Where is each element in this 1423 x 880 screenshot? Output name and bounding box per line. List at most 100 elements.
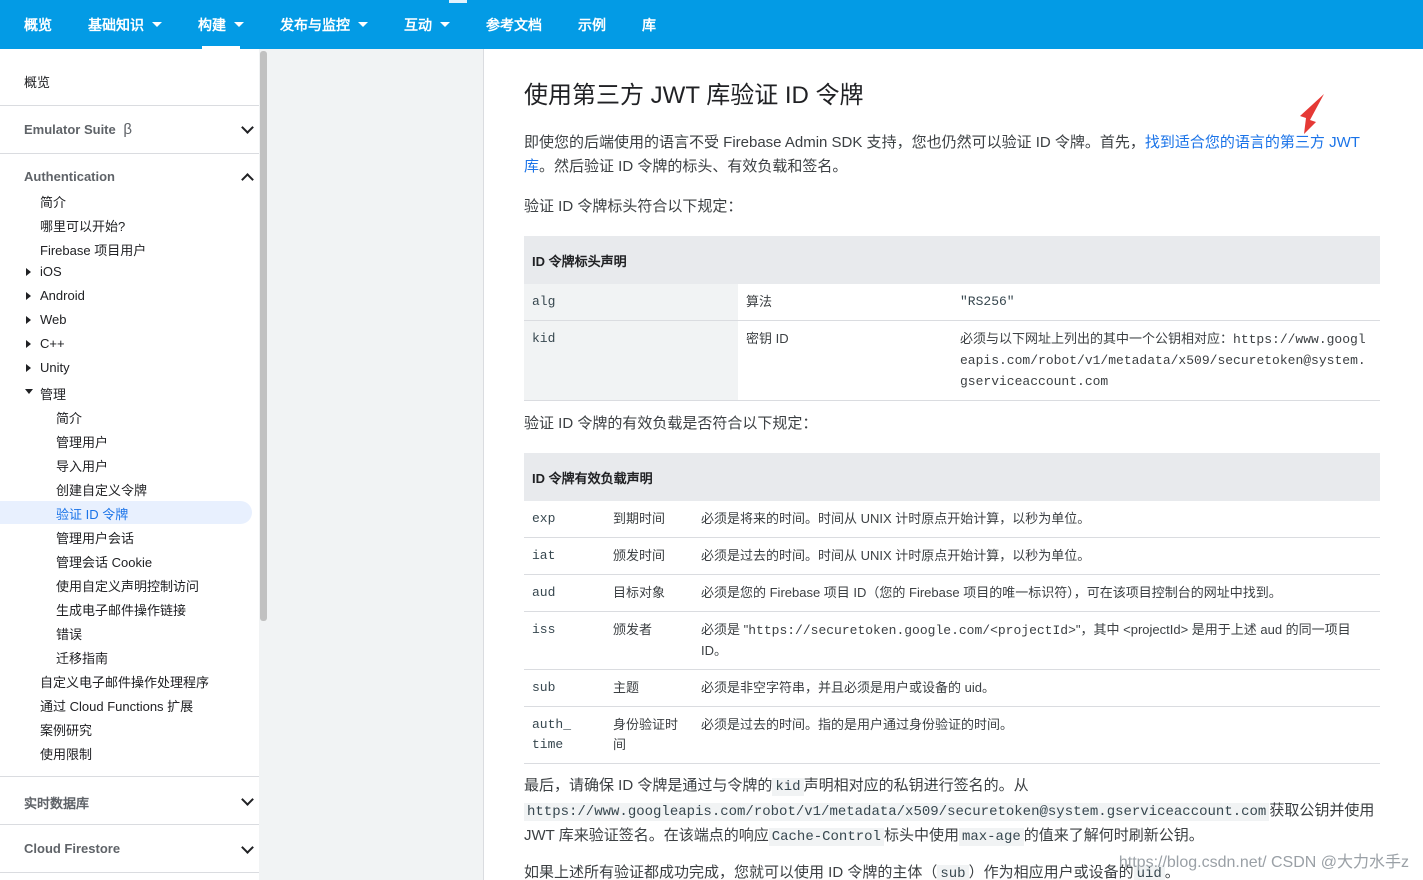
sidebar-item-ios[interactable]: iOS [40,264,62,279]
chevron-up-icon[interactable] [241,173,254,186]
last-text: 如果上述所有验证都成功完成，您就可以使用 ID 令牌的主体（ [524,864,938,880]
sidebar-subitem-email-links[interactable]: 生成电子邮件操作链接 [56,600,186,619]
header-intro: 验证 ID 令牌标头符合以下规定： [524,198,743,215]
claim-desc: 必须是过去的时间。指的是用户通过身份验证的时间。 [693,706,1380,764]
claim-name: 密钥 ID [738,320,952,401]
sidebar-section-firestore[interactable]: Cloud Firestore [24,841,120,856]
sidebar-subitem-custom-tokens[interactable]: 创建自定义令牌 [56,480,147,499]
claim-name: 颁发时间 [605,537,693,575]
sidebar-item-unity[interactable]: Unity [40,360,70,375]
sidebar-subitem-custom-claims[interactable]: 使用自定义声明控制访问 [56,576,199,595]
final-text: 声明相对应的私钥进行签名的。从 [803,777,1029,794]
sidebar-item-cpp[interactable]: C++ [40,336,65,351]
nav-item-release[interactable]: 发布与监控 [270,0,378,49]
sidebar-item-limits[interactable]: 使用限制 [40,744,92,763]
divider [0,824,259,825]
table-row: aud 目标对象 必须是您的 Firebase 项目 ID（您的 Firebas… [524,574,1380,612]
expand-arrow-icon[interactable] [26,364,31,372]
intro-text: 即使您的后端使用的语言不受 Firebase Admin SDK 支持，您也仍然… [524,134,1145,151]
watermark: https://blog.csdn.net/ CSDN @大力水手z [1118,854,1409,871]
sidebar-item-web[interactable]: Web [40,312,67,327]
sidebar-item-android[interactable]: Android [40,288,85,303]
table-header: ID 令牌有效负载声明 [524,453,1380,501]
sidebar-item-email-handlers[interactable]: 自定义电子邮件操作处理程序 [40,672,209,691]
chevron-down-icon[interactable] [241,793,254,806]
chevron-down-icon[interactable] [241,121,254,134]
caret-down-icon [358,22,368,27]
sidebar-item-case-studies[interactable]: 案例研究 [40,720,92,739]
sidebar-subitem-intro[interactable]: 简介 [56,408,82,427]
table-row: iat 颁发时间 必须是过去的时间。时间从 UNIX 计时原点开始计算，以秒为单… [524,537,1380,575]
expand-arrow-icon[interactable] [26,316,31,324]
sidebar-subitem-verify-id-tokens[interactable]: 验证 ID 令牌 [56,504,128,523]
sidebar-item-admin[interactable]: 管理 [40,384,66,403]
inline-code: https://www.googleapis.com/robot/v1/meta… [524,803,1270,821]
top-nav: 概览 基础知识 构建 发布与监控 互动 参考文档 示例 库 [0,0,1423,49]
sidebar-item-overview[interactable]: 概览 [24,72,50,91]
main-content: 使用第三方 JWT 库验证 ID 令牌 即使您的后端使用的语言不受 Fireba… [485,49,1423,880]
nav-label: 概览 [24,16,52,33]
sidebar-subitem-manage-sessions[interactable]: 管理用户会话 [56,528,134,547]
table-row: sub 主题 必须是非空字符串，并且必须是用户或设备的 uid。 [524,669,1380,707]
nav-item-basics[interactable]: 基础知识 [78,0,172,49]
nav-item-overview[interactable]: 概览 [14,0,62,49]
divider [0,776,259,777]
sidebar-scroll-thumb[interactable] [260,51,267,621]
sidebar-subitem-import-users[interactable]: 导入用户 [56,456,108,475]
caret-down-icon [152,22,162,27]
sidebar-section-emulator[interactable]: Emulator Suite β [24,121,132,138]
nav-item-reference[interactable]: 参考文档 [476,0,552,49]
claim-key: iat [524,537,605,575]
sidebar-subitem-errors[interactable]: 错误 [56,624,82,643]
nav-label: 发布与监控 [280,16,350,33]
beta-badge: β [123,121,133,138]
payload-intro: 验证 ID 令牌的有效负载是否符合以下规定： [524,415,818,432]
nav-item-libraries[interactable]: 库 [632,0,666,49]
claim-key: aud [524,574,605,612]
chevron-down-icon[interactable] [241,841,254,854]
inline-code: sub [937,865,969,880]
claim-name: 身份验证时间 [605,706,693,764]
sidebar-section-authentication[interactable]: Authentication [24,169,115,184]
sidebar-subitem-manage-users[interactable]: 管理用户 [56,432,108,451]
last-text: ）作为相应用户或设备的 [968,864,1134,880]
sidebar-item-cloud-functions[interactable]: 通过 Cloud Functions 扩展 [40,696,193,715]
payload-claims-table: ID 令牌有效负载声明 exp 到期时间 必须是将来的时间。时间从 UNIX 计… [524,453,1380,764]
table-row: kid 密钥 ID 必须与以下网址上列出的其中一个公钥相对应：https://w… [524,320,1380,401]
sidebar-item-intro[interactable]: 简介 [40,192,66,211]
divider [0,105,259,106]
expand-arrow-icon[interactable] [26,292,31,300]
claim-key: auth_ time [524,706,605,764]
table-row: alg 算法 "RS256" [524,284,1380,321]
inline-code: max-age [958,828,1024,846]
claim-desc: 必须是您的 Firebase 项目 ID（您的 Firebase 项目的唯一标识… [693,574,1380,612]
nav-label: 构建 [198,16,226,33]
desc-text: 必须是 " [701,622,749,637]
sidebar-item-getting-started[interactable]: 哪里可以开始? [40,216,125,235]
nav-item-samples[interactable]: 示例 [568,0,616,49]
claim-key: exp [524,501,605,538]
collapse-arrow-icon[interactable] [25,389,33,394]
table-row: auth_ time 身份验证时间 必须是过去的时间。指的是用户通过身份验证的时… [524,706,1380,764]
expand-arrow-icon[interactable] [26,268,31,276]
nav-item-build[interactable]: 构建 [188,0,254,49]
sidebar-item-project-users[interactable]: Firebase 项目用户 [40,240,146,259]
claim-key: iss [524,611,605,670]
expand-arrow-icon[interactable] [26,340,31,348]
nav-label: 基础知识 [88,16,144,33]
inline-code: kid [772,778,804,796]
claim-name: 算法 [738,284,952,321]
intro-text: 。然后验证 ID 令牌的标头、有效负载和签名。 [539,158,848,175]
table-row: exp 到期时间 必须是将来的时间。时间从 UNIX 计时原点开始计算，以秒为单… [524,501,1380,538]
table-header: ID 令牌标头声明 [524,236,1380,284]
caret-down-icon [440,22,450,27]
sidebar-subitem-session-cookies[interactable]: 管理会话 Cookie [56,552,152,571]
claim-name: 到期时间 [605,501,693,538]
content-gutter [268,49,484,880]
nav-item-engage[interactable]: 互动 [394,0,460,49]
sidebar-subitem-migration[interactable]: 迁移指南 [56,648,108,667]
claim-name: 主题 [605,669,693,707]
claim-desc: 必须是 "https://securetoken.google.com/<pro… [693,611,1380,670]
table-row: iss 颁发者 必须是 "https://securetoken.google.… [524,611,1380,670]
sidebar-section-realtime-db[interactable]: 实时数据库 [24,793,89,812]
